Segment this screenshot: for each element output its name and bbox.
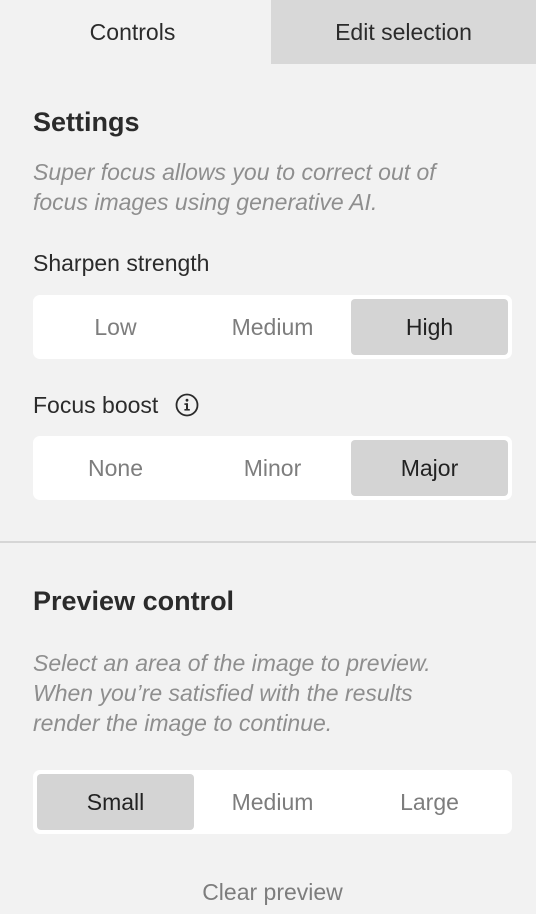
preview-size-medium[interactable]: Medium — [194, 774, 351, 830]
panel-tabs: Controls Edit selection — [0, 0, 536, 64]
sharpen-option-medium[interactable]: Medium — [194, 299, 351, 355]
preview-description: Select an area of the image to preview. … — [33, 648, 511, 738]
focus-boost-label: Focus boost — [33, 390, 511, 420]
preview-size-large[interactable]: Large — [351, 774, 508, 830]
settings-description-line-1: Super focus allows you to correct out of — [33, 159, 436, 185]
sharpen-option-high[interactable]: High — [351, 299, 508, 355]
settings-section: Settings Super focus allows you to corre… — [0, 106, 536, 500]
tab-edit-selection[interactable]: Edit selection — [271, 0, 536, 64]
focus-option-major[interactable]: Major — [351, 440, 508, 496]
preview-description-line-2: When you’re satisfied with the results — [33, 680, 413, 706]
clear-preview-button[interactable]: Clear preview — [33, 879, 512, 906]
sharpen-option-low[interactable]: Low — [37, 299, 194, 355]
preview-section: Preview control Select an area of the im… — [0, 585, 536, 906]
section-divider — [0, 541, 536, 543]
focus-boost-control: None Minor Major — [33, 436, 512, 500]
sharpen-strength-label-text: Sharpen strength — [33, 249, 210, 276]
settings-description-line-2: focus images using generative AI. — [33, 189, 378, 215]
focus-boost-label-text: Focus boost — [33, 391, 159, 418]
preview-size-small[interactable]: Small — [37, 774, 194, 830]
tab-controls[interactable]: Controls — [0, 0, 271, 64]
preview-description-line-3: render the image to continue. — [33, 710, 333, 736]
settings-title: Settings — [33, 107, 140, 137]
sharpen-strength-label: Sharpen strength — [33, 248, 511, 278]
focus-option-minor[interactable]: Minor — [194, 440, 351, 496]
info-icon[interactable] — [175, 393, 199, 417]
preview-description-line-1: Select an area of the image to preview. — [33, 650, 431, 676]
preview-title: Preview control — [33, 586, 235, 616]
settings-description: Super focus allows you to correct out of… — [33, 157, 511, 217]
preview-size-control: Small Medium Large — [33, 770, 512, 834]
sharpen-strength-control: Low Medium High — [33, 295, 512, 359]
focus-option-none[interactable]: None — [37, 440, 194, 496]
